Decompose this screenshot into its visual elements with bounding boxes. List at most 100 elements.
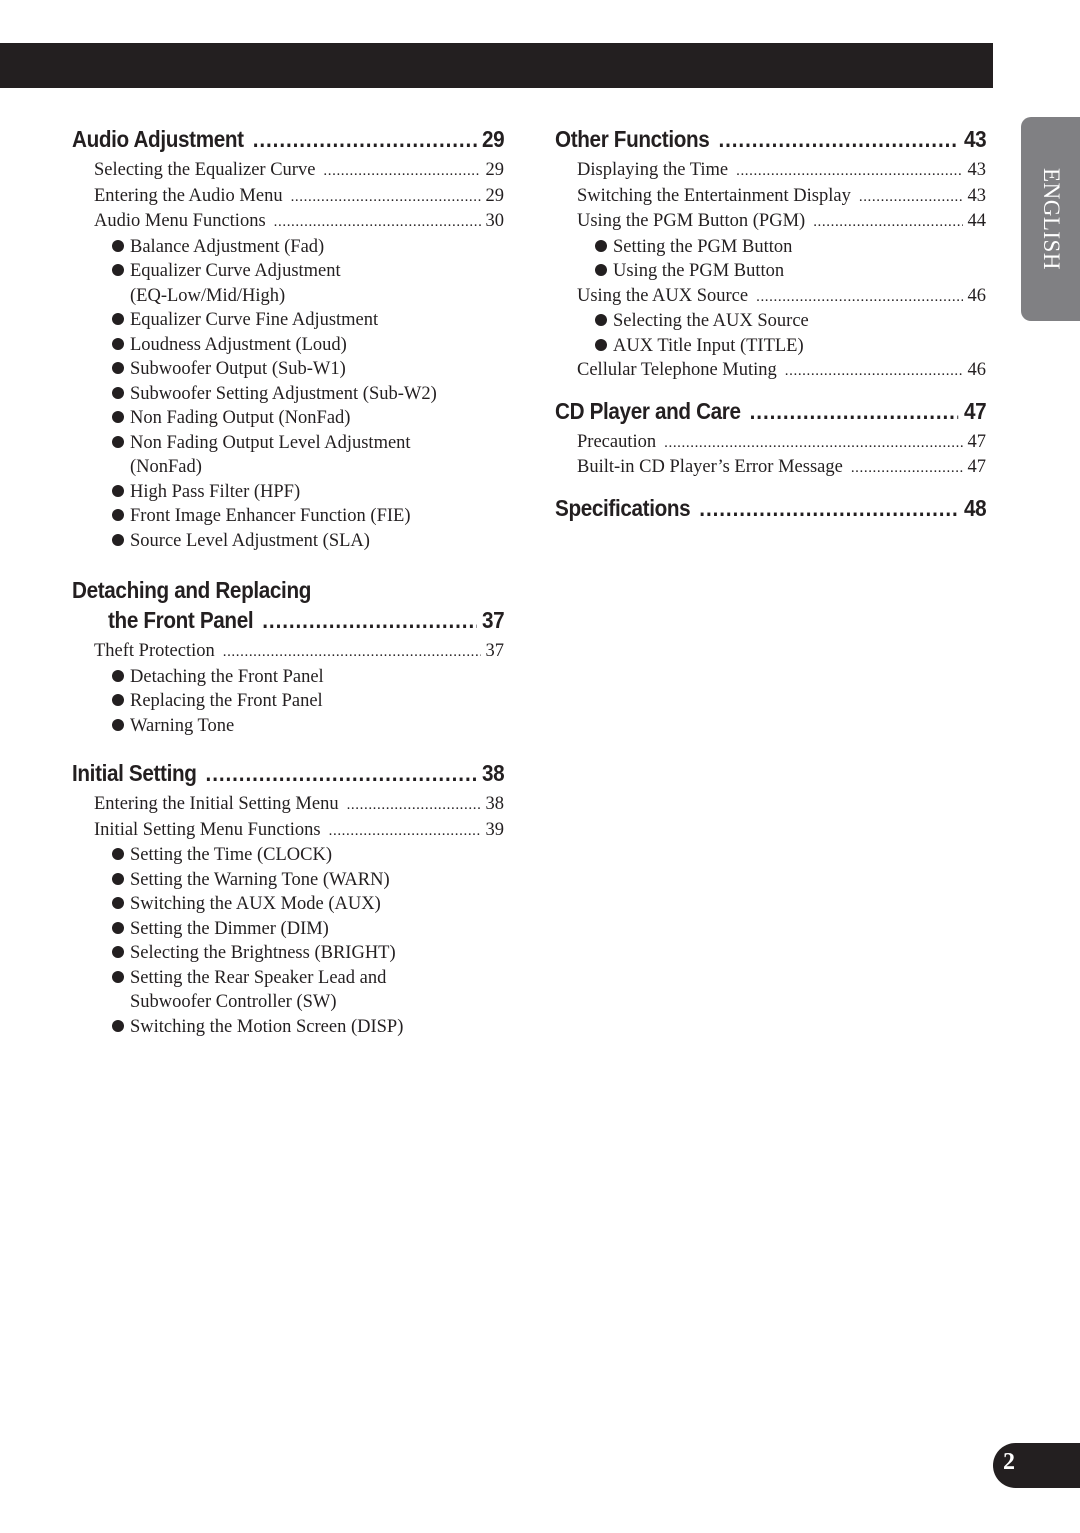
entry-page-number: 43 [967, 160, 987, 180]
toc-bullet-item[interactable]: Source Level Adjustment (SLA) [72, 529, 504, 554]
dot-leader [253, 124, 477, 154]
dot-leader [851, 456, 963, 481]
bullet-label: Selecting the AUX Source [613, 311, 809, 331]
toc-bullet-item[interactable]: Loudness Adjustment (Loud) [72, 333, 504, 358]
bullet-icon [112, 484, 124, 497]
toc-bullet-item[interactable]: Non Fading Output (NonFad) [72, 406, 504, 431]
toc-entry[interactable]: Switching the Entertainment Display 43 [555, 184, 986, 210]
toc-entry[interactable]: Entering the Initial Setting Menu 38 [72, 792, 504, 818]
toc-entry[interactable]: Using the AUX Source 46 [555, 284, 986, 310]
entry-label: Switching the Entertainment Display [577, 185, 851, 206]
bullet-label: Subwoofer Setting Adjustment (Sub-W2) [130, 383, 437, 404]
bullet-label: Setting the Warning Tone (WARN) [130, 869, 390, 890]
toc-entry[interactable]: Initial Setting Menu Functions 39 [72, 818, 504, 844]
dot-leader [859, 185, 963, 210]
bullet-icon [595, 239, 607, 252]
bullet-text: Equalizer Curve Fine Adjustment [130, 308, 378, 333]
toc-bullet-item[interactable]: Switching the AUX Mode (AUX) [72, 892, 504, 917]
bullet-text: Selecting the Brightness (BRIGHT) [130, 941, 396, 966]
bullet-label: AUX Title Input (TITLE) [613, 335, 804, 356]
toc-bullet-item[interactable]: Setting the Rear Speaker Lead and Subwoof… [72, 966, 504, 1015]
dot-leader [329, 819, 481, 844]
toc-bullet-item[interactable]: Setting the Warning Tone (WARN) [72, 868, 504, 893]
bullet-label: Setting the Rear Speaker Lead and [130, 967, 387, 988]
toc-bullet-item[interactable]: Balance Adjustment (Fad) [72, 235, 504, 260]
bullet-text: Switching the Motion Screen (DISP) [130, 1015, 403, 1040]
section-page-number: 48 [964, 494, 987, 521]
bullet-label-continued: (EQ-Low/Mid/High) [130, 285, 286, 306]
bullet-text: Subwoofer Setting Adjustment (Sub-W2) [130, 382, 437, 407]
toc-bullet-item[interactable]: Equalizer Curve Adjustment (EQ-Low/Mid/Hi… [72, 259, 504, 308]
toc-entry[interactable]: Precaution 47 [555, 430, 986, 456]
entry-page-number: 46 [967, 360, 987, 380]
toc-bullet-item[interactable]: Subwoofer Output (Sub-W1) [72, 357, 504, 382]
section-title-continued[interactable]: the Front Panel 37 [72, 605, 505, 635]
bullet-icon [112, 386, 124, 399]
dot-leader [262, 605, 476, 635]
toc-bullet-item[interactable]: Setting the PGM Button [555, 235, 986, 260]
section-page-number: 29 [482, 126, 505, 152]
section-page-number: 47 [964, 397, 987, 424]
toc-bullet-item[interactable]: Setting the Dimmer (DIM) [72, 917, 504, 942]
toc-entry[interactable]: Displaying the Time 43 [555, 158, 986, 184]
section-title[interactable]: Initial Setting 38 [72, 758, 505, 788]
toc-entry[interactable]: Audio Menu Functions 30 [72, 209, 504, 235]
dot-leader [323, 159, 480, 184]
bullet-label: Non Fading Output (NonFad) [130, 408, 351, 428]
entry-page-number: 30 [485, 211, 505, 231]
bullet-label: Using the PGM Button [613, 261, 785, 281]
bullet-text: Non Fading Output Level Adjustment (NonFa… [130, 431, 411, 480]
toc-bullet-item[interactable]: Equalizer Curve Fine Adjustment [72, 308, 504, 333]
section-title-label: Audio Adjustment [72, 126, 244, 152]
bullet-icon [595, 264, 607, 276]
bullet-text: Selecting the AUX Source [613, 309, 809, 334]
toc-entry[interactable]: Cellular Telephone Muting 46 [555, 358, 986, 384]
section-title[interactable]: Specifications 48 [555, 493, 987, 523]
toc-bullet-item[interactable]: Setting the Time (CLOCK) [72, 843, 504, 868]
entry-page-number: 38 [485, 794, 505, 814]
toc-bullet-item[interactable]: Selecting the Brightness (BRIGHT) [72, 941, 504, 966]
entry-label: Entering the Initial Setting Menu [94, 794, 339, 814]
bullet-text: Warning Tone [130, 714, 234, 739]
bullet-label: Equalizer Curve Fine Adjustment [130, 310, 379, 330]
section-title[interactable]: CD Player and Care 47 [555, 396, 987, 426]
bullet-icon [112, 362, 124, 374]
toc-entry[interactable]: Built-in CD Player’s Error Message 47 [555, 455, 986, 481]
toc-entry[interactable]: Selecting the Equalizer Curve 29 [72, 158, 504, 184]
bullet-text: AUX Title Input (TITLE) [613, 334, 804, 359]
bullet-label: Switching the Motion Screen (DISP) [130, 1016, 404, 1037]
toc-bullet-item[interactable]: Using the PGM Button [555, 259, 986, 284]
toc-bullet-item[interactable]: Warning Tone [72, 714, 504, 739]
page-number: 2 [1003, 1449, 1015, 1475]
bullet-text: Setting the Time (CLOCK) [130, 843, 332, 868]
toc-bullet-item[interactable]: High Pass Filter (HPF) [72, 480, 504, 505]
toc-bullet-item[interactable]: Detaching the Front Panel [72, 665, 504, 690]
toc-section: CD Player and Care47 Precaution47Built-in… [555, 396, 987, 481]
bullet-label: Setting the Time (CLOCK) [130, 845, 332, 865]
language-tab: ENGLISH [1021, 117, 1080, 321]
entry-label: Entering the Audio Menu [94, 185, 283, 206]
toc-entry[interactable]: Entering the Audio Menu 29 [72, 184, 504, 210]
toc-bullet-item[interactable]: Non Fading Output Level Adjustment (NonFa… [72, 431, 504, 480]
section-title[interactable]: Other Functions 43 [555, 124, 987, 154]
toc-bullet-item[interactable]: Front Image Enhancer Function (FIE) [72, 504, 504, 529]
entry-page-number: 29 [485, 160, 505, 180]
entry-page-number: 46 [967, 285, 987, 306]
bullet-text: Source Level Adjustment (SLA) [130, 529, 370, 554]
toc-right-column: Other Functions43 Displaying the Time43Sw… [555, 124, 987, 523]
bullet-text: Switching the AUX Mode (AUX) [130, 892, 381, 917]
toc-bullet-item[interactable]: Subwoofer Setting Adjustment (Sub-W2) [72, 382, 504, 407]
bullet-label: Equalizer Curve Adjustment [130, 261, 341, 281]
dot-leader [736, 159, 962, 184]
toc-bullet-item[interactable]: Selecting the AUX Source [555, 309, 986, 334]
toc-bullet-item[interactable]: AUX Title Input (TITLE) [555, 334, 986, 359]
entry-label: Using the PGM Button (PGM) [577, 211, 806, 231]
section-title[interactable]: Detaching and Replacing [72, 575, 504, 605]
section-title[interactable]: Audio Adjustment 29 [72, 124, 505, 154]
bullet-label: Front Image Enhancer Function (FIE) [130, 506, 411, 526]
dot-leader [223, 640, 481, 665]
toc-entry[interactable]: Using the PGM Button (PGM) 44 [555, 209, 986, 235]
toc-entry[interactable]: Theft Protection 37 [72, 639, 504, 665]
toc-bullet-item[interactable]: Switching the Motion Screen (DISP) [72, 1015, 504, 1040]
toc-bullet-item[interactable]: Replacing the Front Panel [72, 689, 504, 714]
